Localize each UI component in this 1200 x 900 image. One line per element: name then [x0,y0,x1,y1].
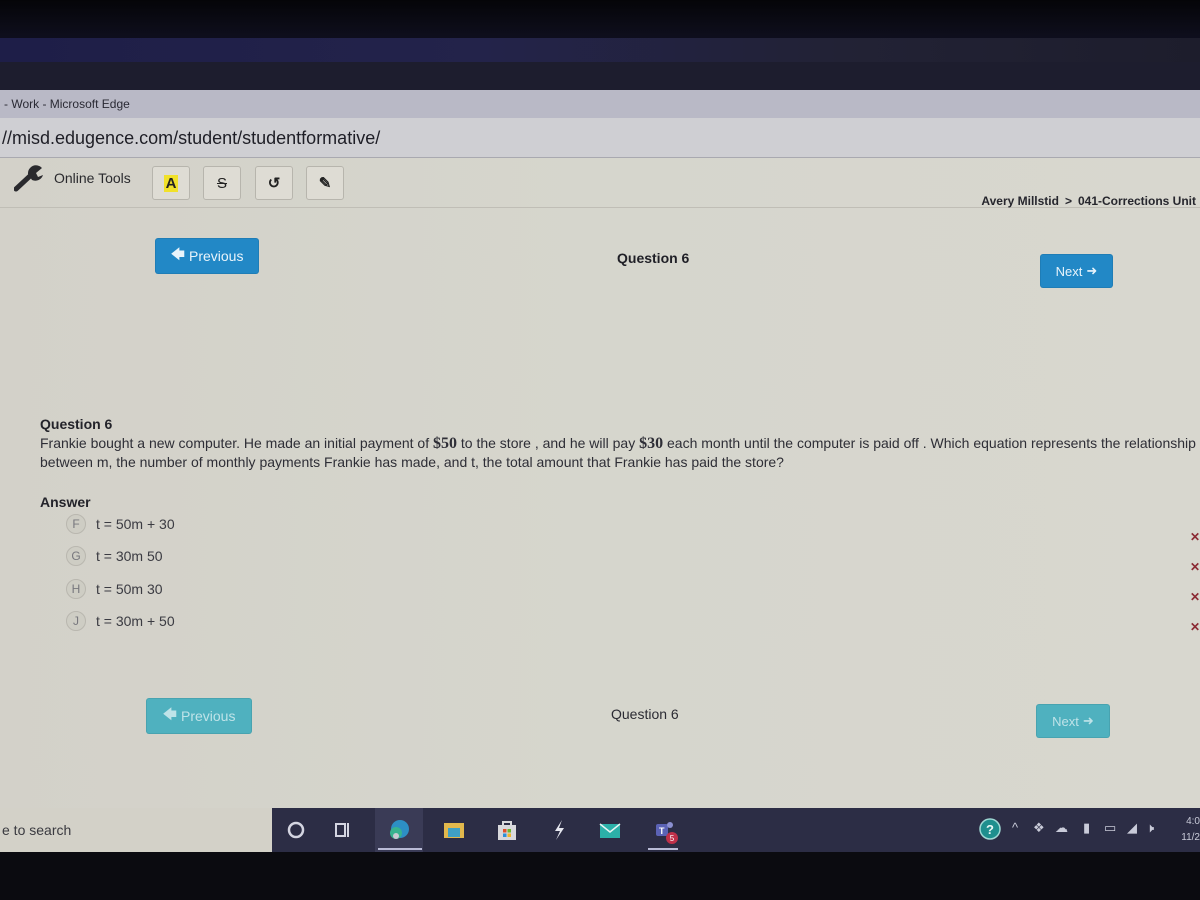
teams-notification-badge: 5 [666,832,678,844]
window-title: - Work - Microsoft Edge [4,97,130,111]
strikethrough-tool-button[interactable]: S [203,166,241,200]
dropbox-icon[interactable]: ❖ [1033,820,1045,836]
arrow-left-icon: 🡄 [170,246,185,262]
question-text: Frankie bought a new computer. He made a… [40,435,1196,470]
background-window-titlebar [0,62,1200,92]
incorrect-mark-icon: ✕ [1189,590,1200,604]
file-explorer-icon[interactable] [442,818,466,842]
address-bar[interactable]: //misd.edugence.com/student/studentforma… [0,118,1200,158]
help-icon[interactable]: ? [979,818,1001,843]
question-title: Question 6 [40,416,113,432]
incorrect-mark-icon: ✕ [1189,560,1200,574]
browser-title-bar: - Work - Microsoft Edge [0,90,1200,118]
highlight-icon: A [163,174,179,192]
question-nav-bottom: 🡄 Previous Question 6 Next ➜ [0,698,1200,738]
breadcrumb-student[interactable]: Avery Millstid [981,194,1059,208]
undo-tool-button[interactable]: ↺ [255,166,293,200]
background-window-strip [0,38,1200,64]
answer-choice-g[interactable]: G t = 30m 50 [66,546,163,566]
answer-choice-j[interactable]: J t = 30m + 50 [66,611,175,631]
next-button-bottom[interactable]: Next ➜ [1036,704,1110,738]
clock-date: 11/2 [1181,832,1200,843]
previous-button-bottom[interactable]: 🡄 Previous [146,698,252,734]
amount-initial: $50 [433,435,457,452]
monitor-bezel-bottom [0,852,1200,900]
breadcrumb-assessment: 041-Corrections Unit [1077,194,1196,208]
taskbar-search[interactable]: e to search [0,808,272,852]
choice-equation: t = 50m + 30 [96,516,175,532]
windows-taskbar: e to search T 5 ? ^ ❖ ☁ ▮ ▭ ◢ 🕨 4:0 11/2 [0,808,1200,852]
mail-icon[interactable] [598,818,622,842]
breadcrumb-separator: > [1064,194,1072,208]
strikethrough-icon: S [216,174,227,192]
arrow-left-icon: 🡄 [162,706,177,722]
volume-icon[interactable]: 🕨 [1146,820,1154,836]
cortana-icon[interactable] [284,818,308,842]
choice-equation: t = 30m + 50 [96,613,175,629]
question-block: Question 6 Frankie bought a new computer… [40,416,1200,471]
choice-letter[interactable]: G [66,546,86,566]
microsoft-store-icon[interactable] [495,818,519,842]
edge-active-indicator [378,848,422,850]
task-view-icon[interactable] [330,818,354,842]
choice-letter[interactable]: H [66,579,86,599]
usb-device-icon[interactable]: ▮ [1083,820,1090,836]
question-nav-top: 🡄 Previous Question 6 Next ➜ [0,236,1200,288]
battery-icon[interactable]: ▭ [1104,820,1116,836]
pencil-tool-button[interactable]: ✎ [306,166,344,200]
taskbar-clock[interactable]: 4:0 11/2 [1181,814,1200,846]
teams-running-indicator [648,848,678,850]
incorrect-mark-icon: ✕ [1189,620,1200,634]
wifi-icon[interactable]: ◢ [1127,820,1137,836]
undo-icon: ↺ [267,175,281,192]
edge-browser-icon[interactable] [387,818,411,842]
wrench-icon [14,165,43,192]
onedrive-cloud-icon[interactable]: ☁ [1055,820,1068,836]
choice-equation: t = 50m 30 [96,581,163,597]
svg-text:?: ? [986,822,994,837]
arrow-right-icon: ➜ [1086,263,1098,278]
highlight-tool-button[interactable]: A [152,166,190,200]
address-url[interactable]: //misd.edugence.com/student/studentforma… [2,128,380,149]
question-number-bottom: Question 6 [611,706,679,722]
choice-letter[interactable]: F [66,514,86,534]
question-number-top: Question 6 [617,250,690,266]
online-tools-label: Online Tools [14,164,131,192]
clock-time: 4:0 [1186,816,1200,827]
show-hidden-icons-chevron-icon[interactable]: ^ [1012,820,1018,835]
choice-letter[interactable]: J [66,611,86,631]
assessment-page: Online Tools A S ↺ ✎ Avery Millstid >041-… [0,158,1200,808]
arrow-right-icon: ➜ [1082,713,1094,728]
power-automate-icon[interactable] [547,818,571,842]
search-placeholder[interactable]: e to search [2,822,71,838]
answer-choice-h[interactable]: H t = 50m 30 [66,579,163,599]
teams-icon[interactable]: T 5 [652,818,678,844]
next-button-top[interactable]: Next ➜ [1040,254,1113,288]
online-tools-toolbar: Online Tools A S ↺ ✎ Avery Millstid >041-… [0,158,1200,208]
screen: - Work - Microsoft Edge //misd.edugence.… [0,0,1200,900]
answer-choice-f[interactable]: F t = 50m + 30 [66,514,175,534]
pencil-icon: ✎ [318,175,332,192]
breadcrumb: Avery Millstid >041-Corrections Unit [981,194,1196,208]
answer-label: Answer [40,494,91,510]
choice-equation: t = 30m 50 [96,548,163,564]
previous-button-top[interactable]: 🡄 Previous [155,238,259,274]
amount-monthly: $30 [639,435,664,452]
incorrect-mark-icon: ✕ [1189,530,1200,544]
svg-text:T: T [659,826,665,836]
